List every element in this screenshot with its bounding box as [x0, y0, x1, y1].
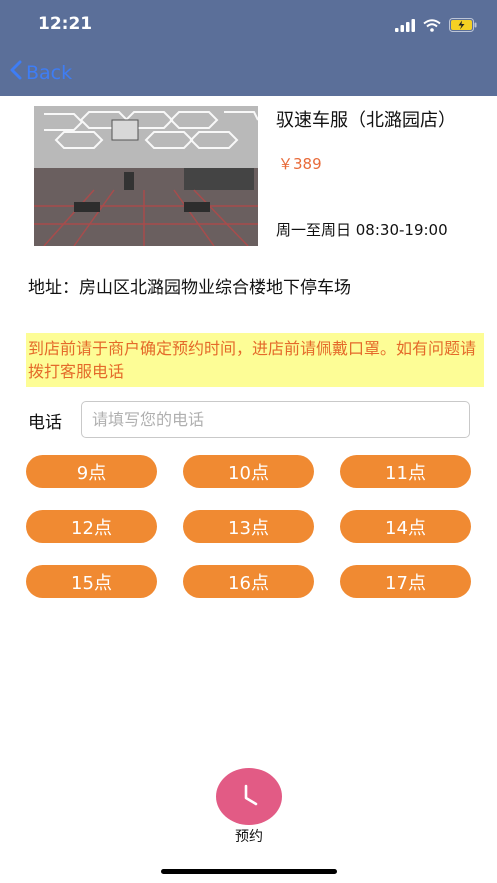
time-slot-button[interactable]: 10点 [183, 455, 314, 488]
clock-icon [234, 780, 264, 814]
signal-icon [395, 17, 415, 36]
time-slot-button[interactable]: 17点 [340, 565, 471, 598]
home-indicator [161, 869, 337, 874]
booking-notice: 到店前请于商户确定预约时间，进店前请佩戴口罩。如有问题请拨打客服电话 [26, 333, 484, 387]
time-slot-button[interactable]: 16点 [183, 565, 314, 598]
battery-icon [449, 17, 477, 36]
shop-photo [34, 106, 258, 246]
shop-address: 地址：房山区北潞园物业综合楼地下停车场 [28, 278, 351, 298]
time-slot-button[interactable]: 12点 [26, 510, 157, 543]
back-label: Back [26, 61, 73, 84]
time-slot-button[interactable]: 11点 [340, 455, 471, 488]
time-slot-button[interactable]: 9点 [26, 455, 157, 488]
top-bar: 12:21 Back [0, 0, 497, 96]
status-icons [395, 16, 477, 36]
time-slot-button[interactable]: 14点 [340, 510, 471, 543]
book-label: 预约 [235, 829, 263, 845]
phone-label: 电话 [28, 413, 62, 433]
shop-hours: 周一至周日 08:30-19:00 [276, 221, 448, 239]
phone-input[interactable] [81, 401, 470, 438]
time-slot-button[interactable]: 15点 [26, 565, 157, 598]
shop-name: 驭速车服（北潞园店） [276, 110, 456, 131]
wifi-icon [423, 17, 441, 36]
shop-price: ￥389 [278, 155, 322, 173]
time-slot-button[interactable]: 13点 [183, 510, 314, 543]
book-button[interactable] [216, 768, 282, 825]
chevron-left-icon [10, 60, 22, 85]
time-slot-grid: 9点 10点 11点 12点 13点 14点 15点 16点 17点 [26, 455, 471, 598]
back-button[interactable]: Back [10, 60, 72, 85]
status-time: 12:21 [38, 14, 93, 34]
